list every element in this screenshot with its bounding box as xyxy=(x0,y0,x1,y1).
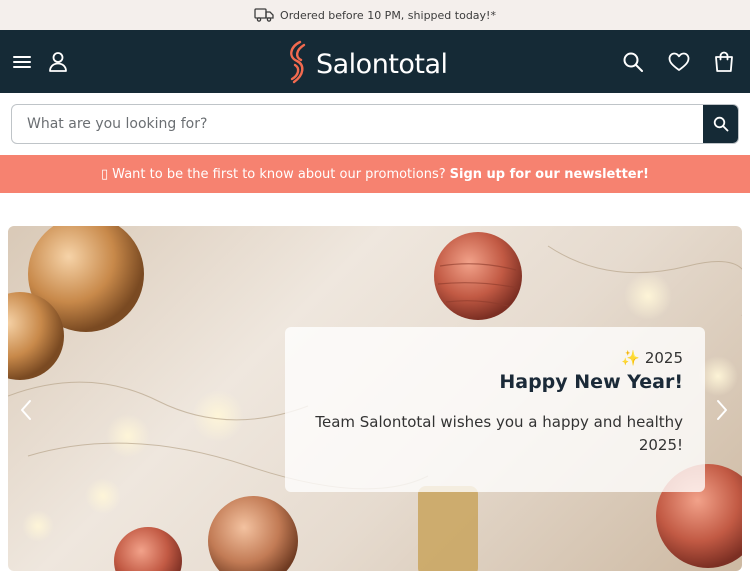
bag-icon[interactable] xyxy=(714,51,734,73)
truck-icon xyxy=(254,8,274,22)
promo-text: Want to be the first to know about our p… xyxy=(112,166,446,182)
logo-text: Salontotal xyxy=(316,48,448,80)
hero-year: ✨ 2025 xyxy=(621,349,683,367)
hero-message: Team Salontotal wishes you a happy and h… xyxy=(315,413,683,454)
search-input[interactable] xyxy=(12,105,703,143)
hero-message-card: ✨ 2025 Happy New Year! Team Salontotal w… xyxy=(285,327,705,492)
promo-icon: ▯ xyxy=(101,166,109,182)
newsletter-promo-bar: ▯ Want to be the first to know about our… xyxy=(0,155,750,193)
site-header: Salontotal xyxy=(0,30,750,93)
user-icon[interactable] xyxy=(48,51,68,73)
shipping-text: Ordered before 10 PM, shipped today!* xyxy=(280,8,496,22)
site-logo[interactable]: Salontotal xyxy=(284,39,448,89)
newsletter-signup-link[interactable]: Sign up for our newsletter! xyxy=(450,167,649,182)
search-submit-button[interactable] xyxy=(703,105,738,143)
search-icon[interactable] xyxy=(622,51,644,73)
heart-icon[interactable] xyxy=(668,52,690,72)
chevron-left-icon xyxy=(21,400,31,420)
slider-next-arrow[interactable] xyxy=(710,396,734,424)
salontotal-logo-mark xyxy=(284,39,312,89)
menu-icon[interactable] xyxy=(12,54,32,70)
chevron-right-icon xyxy=(717,400,727,420)
shipping-banner: Ordered before 10 PM, shipped today!* xyxy=(0,0,750,30)
search-bar xyxy=(11,104,739,144)
slider-prev-arrow[interactable] xyxy=(14,396,38,424)
search-section xyxy=(0,93,750,155)
hero-slider: ✨ 2025 Happy New Year! Team Salontotal w… xyxy=(8,226,742,571)
hero-title: Happy New Year! xyxy=(499,371,683,393)
